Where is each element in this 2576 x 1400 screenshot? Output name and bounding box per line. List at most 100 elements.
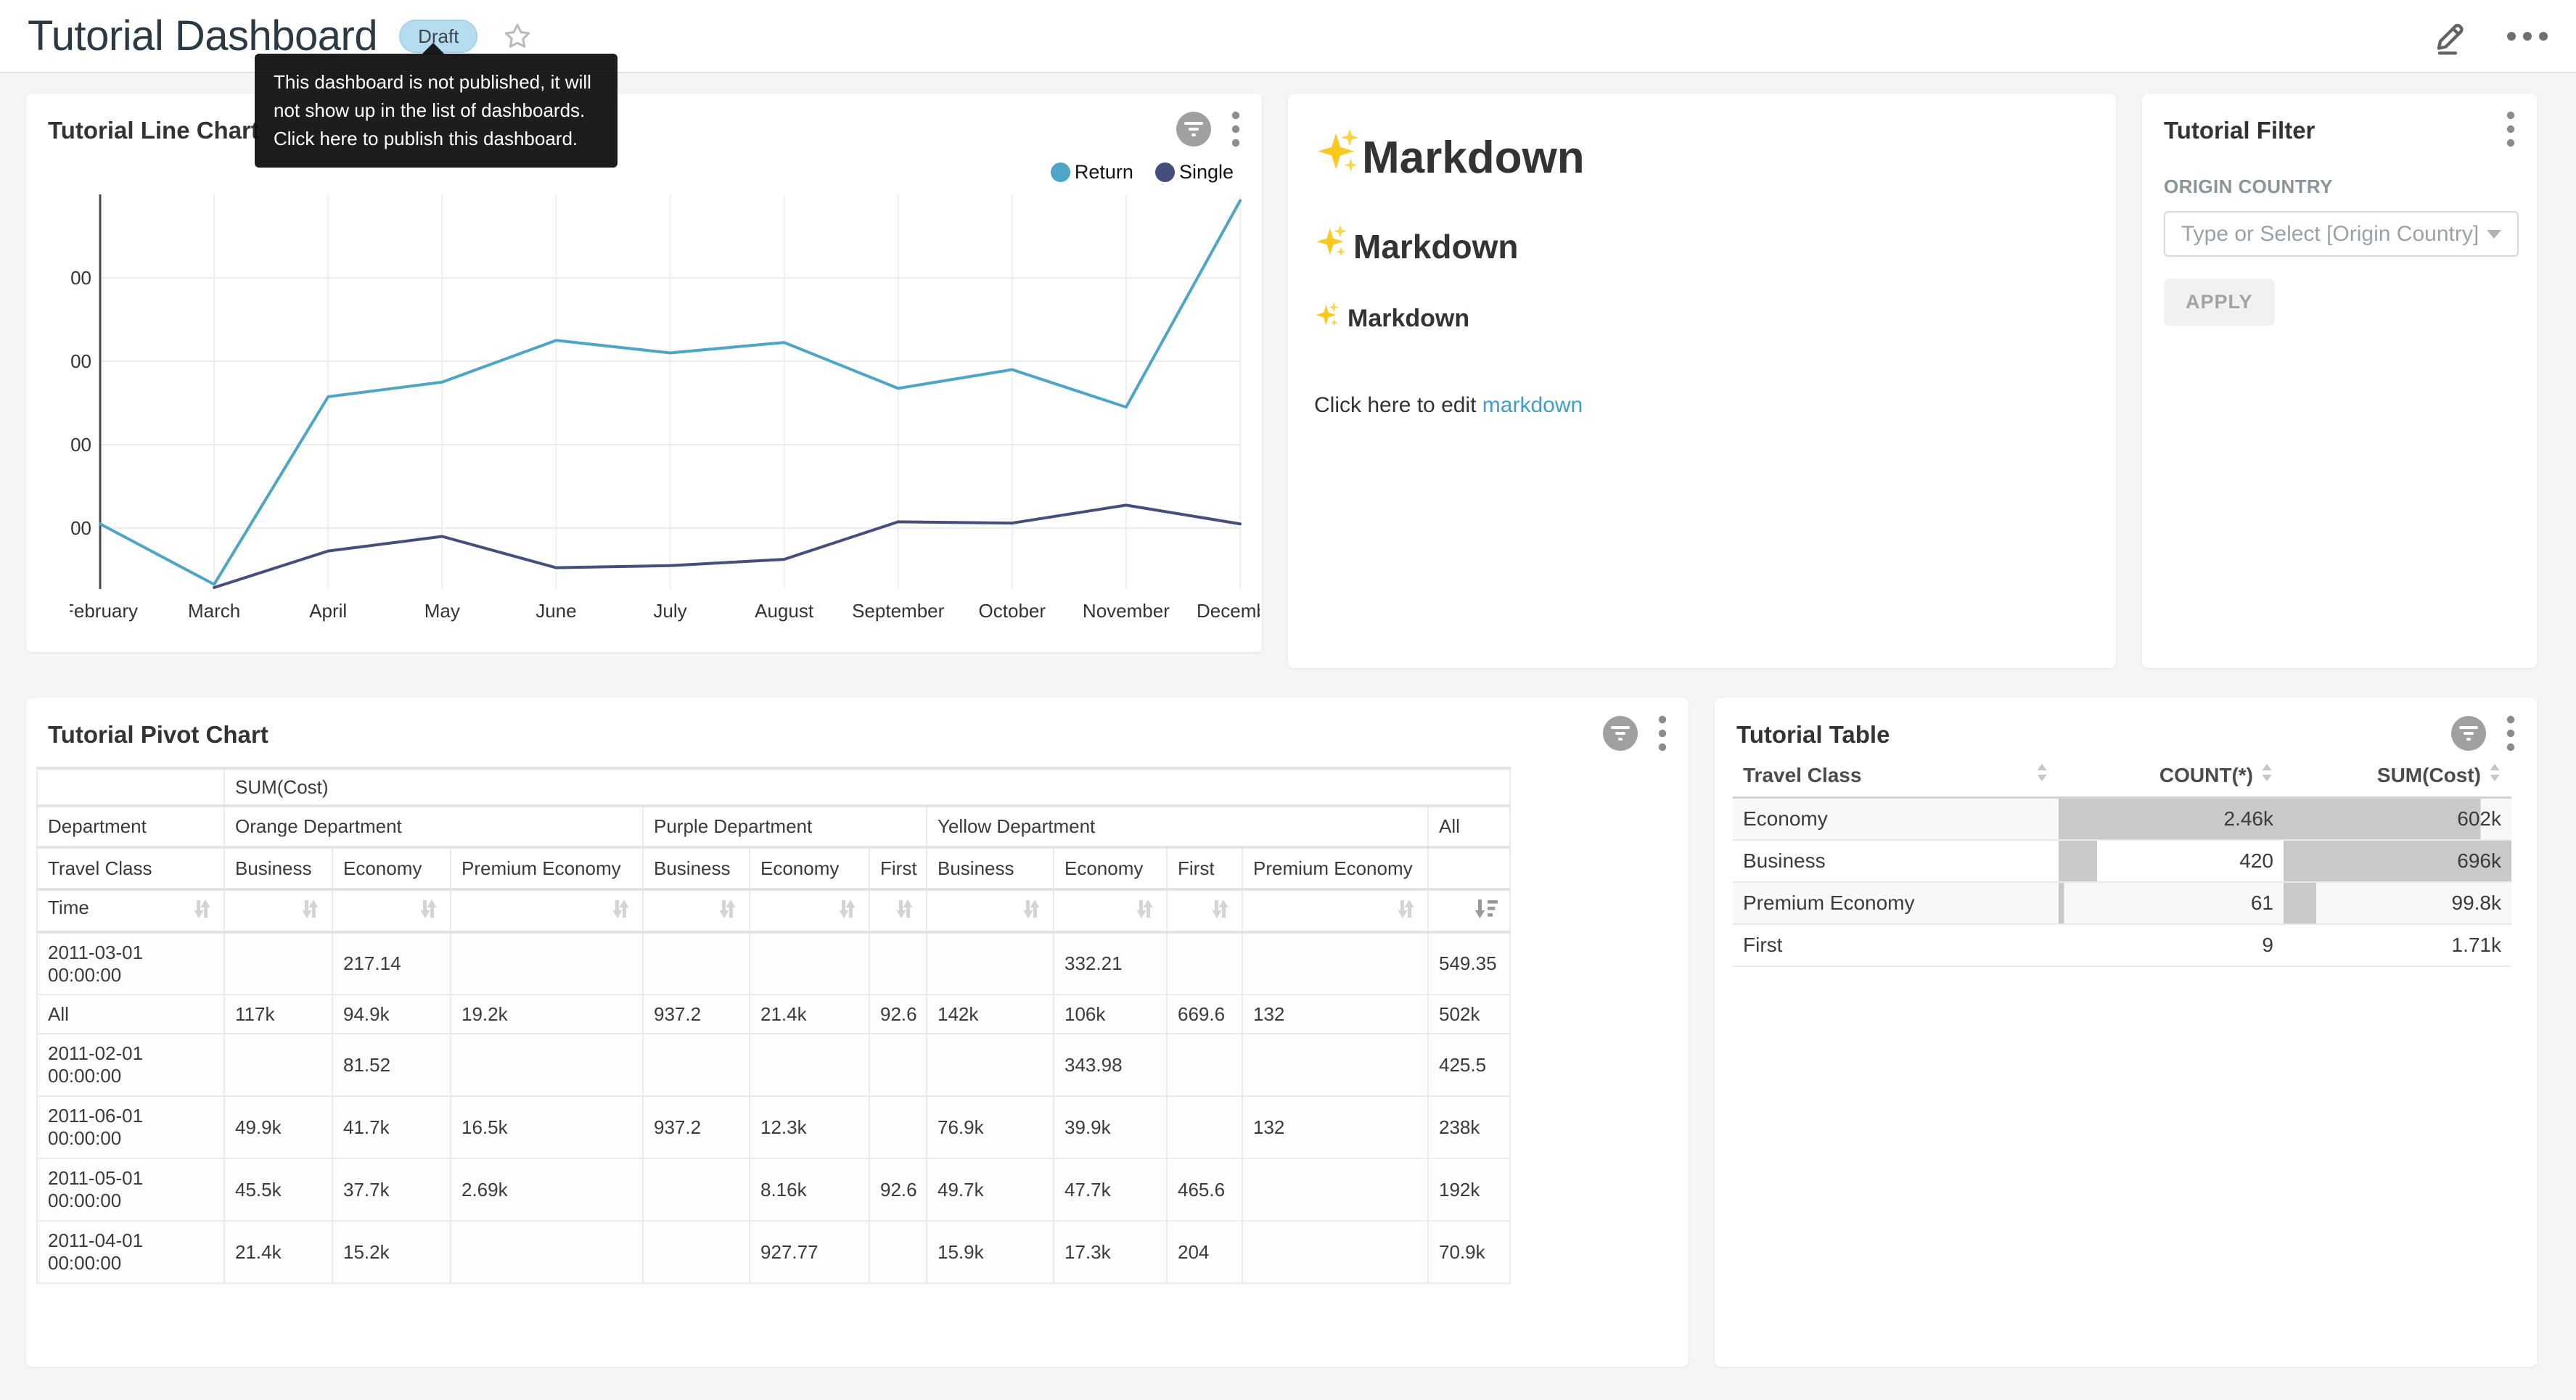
pivot-data-row: 2011-05-01 00:00:0045.5k37.7k2.69k8.16k9…	[37, 1158, 1510, 1221]
pivot-subcolumn-header: Premium Economy	[1242, 847, 1428, 889]
apply-filter-button[interactable]: APPLY	[2164, 279, 2275, 326]
col-header-count[interactable]: COUNT(*)	[2059, 754, 2284, 798]
sort-carets-icon[interactable]	[2260, 762, 2273, 788]
chart-filter-badge-icon[interactable]	[1176, 112, 1211, 147]
sparkles-icon	[1314, 127, 1362, 189]
y-axis-tick: 800	[70, 267, 91, 289]
cell-count: 61	[2059, 882, 2284, 924]
pivot-value-cell: 49.9k	[224, 1096, 332, 1158]
pivot-value-cell	[451, 932, 643, 995]
sort-toggle-icon[interactable]	[300, 898, 321, 925]
pivot-value-cell: 332.21	[1054, 932, 1167, 995]
sort-toggle-icon[interactable]	[418, 898, 440, 925]
pivot-sort-cell	[224, 889, 332, 932]
pivot-value-cell: 937.2	[643, 995, 750, 1034]
pivot-value-cell: 8.16k	[750, 1158, 869, 1221]
sort-carets-icon[interactable]	[2035, 762, 2048, 788]
pivot-value-cell: 204	[1167, 1221, 1242, 1283]
sort-toggle-icon[interactable]	[837, 898, 858, 925]
pivot-subcolumn-header: Premium Economy	[451, 847, 643, 889]
x-axis-tick: November	[1083, 600, 1170, 622]
table-header-row: Travel Class COUNT(*) SUM(Cost)	[1733, 754, 2511, 798]
pivot-value-cell: 217.14	[332, 932, 451, 995]
sparkles-icon	[1314, 223, 1349, 269]
col-header-travel-class[interactable]: Travel Class	[1733, 754, 2059, 798]
markdown-h2-text: Markdown	[1353, 227, 1518, 266]
pivot-value-cell	[1242, 1221, 1428, 1283]
chart-menu-kebab-icon[interactable]	[2506, 715, 2515, 752]
pivot-sort-cell	[927, 889, 1054, 932]
pivot-value-cell: 21.4k	[224, 1221, 332, 1283]
pivot-subcolumn-header: Economy	[1054, 847, 1167, 889]
edit-dashboard-icon[interactable]	[2432, 17, 2469, 55]
sort-toggle-icon[interactable]	[1395, 898, 1417, 925]
pivot-value-cell: 117k	[224, 995, 332, 1034]
sort-toggle-icon[interactable]	[1021, 898, 1043, 925]
pivot-value-cell	[224, 932, 332, 995]
sort-toggle-icon[interactable]	[1134, 898, 1156, 925]
table-title: Tutorial Table	[1736, 721, 1890, 749]
pivot-value-cell: 47.7k	[1054, 1158, 1167, 1221]
origin-country-select[interactable]: Type or Select [Origin Country]	[2164, 211, 2519, 257]
table-row: Economy2.46k602k	[1733, 798, 2511, 841]
pivot-subcolumn-header: First	[869, 847, 927, 889]
markdown-paragraph: Click here to edit markdown	[1314, 393, 2090, 418]
pivot-value-cell: 192k	[1428, 1158, 1510, 1221]
pivot-value-cell: 70.9k	[1428, 1221, 1510, 1283]
cell-travel-class: Premium Economy	[1733, 882, 2059, 924]
line-chart-plot[interactable]: 200400600800FebruaryMarchAprilMayJuneJul…	[70, 188, 1260, 632]
pivot-value-cell: 21.4k	[750, 995, 869, 1034]
markdown-edit-link[interactable]: markdown	[1482, 393, 1583, 417]
legend-item-single[interactable]: Single	[1155, 161, 1234, 184]
col-header-sum-cost[interactable]: SUM(Cost)	[2284, 754, 2511, 798]
pivot-value-cell	[643, 1221, 750, 1283]
pivot-value-cell: 142k	[927, 995, 1054, 1034]
chart-menu-kebab-icon[interactable]	[2506, 111, 2515, 147]
sort-toggle-icon[interactable]	[1210, 898, 1231, 925]
chart-menu-kebab-icon[interactable]	[1658, 715, 1667, 752]
pivot-data-row: 2011-03-01 00:00:00217.14332.21549.35	[37, 932, 1510, 995]
origin-country-placeholder: Type or Select [Origin Country]	[2181, 222, 2479, 247]
cell-travel-class: First	[1733, 924, 2059, 966]
pivot-value-cell: 92.6	[869, 995, 927, 1034]
x-axis-tick: September	[852, 600, 945, 622]
sort-carets-icon[interactable]	[2488, 762, 2501, 788]
pivot-value-cell	[1242, 1034, 1428, 1096]
chart-filter-badge-icon[interactable]	[1603, 716, 1638, 751]
x-axis-tick: August	[755, 600, 814, 622]
sort-toggle-icon[interactable]	[192, 898, 213, 925]
cell-sum-cost: 696k	[2284, 840, 2511, 882]
pivot-time-label: Time	[48, 897, 89, 918]
pivot-value-cell	[869, 932, 927, 995]
sort-toggle-icon[interactable]	[717, 898, 739, 925]
filter-panel: Tutorial Filter ORIGIN COUNTRY Type or S…	[2142, 94, 2537, 668]
pivot-value-cell: 132	[1242, 1096, 1428, 1158]
pivot-value-cell	[869, 1096, 927, 1158]
pivot-value-cell: 15.9k	[927, 1221, 1054, 1283]
page-title[interactable]: Tutorial Dashboard	[28, 12, 377, 60]
pivot-value-cell	[750, 1034, 869, 1096]
tutorial-table: Travel Class COUNT(*) SUM(Cost) Economy2…	[1733, 754, 2511, 967]
chart-filter-badge-icon[interactable]	[2451, 716, 2486, 751]
pivot-value-cell	[451, 1221, 643, 1283]
pivot-value-cell: 465.6	[1167, 1158, 1242, 1221]
sort-toggle-icon[interactable]	[894, 898, 916, 925]
legend-item-return[interactable]: Return	[1051, 161, 1133, 184]
publish-tooltip[interactable]: This dashboard is not published, it will…	[255, 54, 618, 168]
pivot-value-cell: 16.5k	[451, 1096, 643, 1158]
markdown-h1: Markdown	[1314, 127, 2090, 189]
sort-desc-active-icon[interactable]	[1474, 898, 1499, 925]
pivot-value-cell: 15.2k	[332, 1221, 451, 1283]
pivot-sort-cell	[869, 889, 927, 932]
chart-menu-kebab-icon[interactable]	[1231, 111, 1240, 147]
pivot-table: SUM(Cost) Department Orange Department P…	[36, 767, 1511, 1284]
cell-sum-cost: 1.71k	[2284, 924, 2511, 966]
sort-toggle-icon[interactable]	[610, 898, 632, 925]
legend-label: Single	[1179, 161, 1234, 184]
pivot-value-cell	[869, 1221, 927, 1283]
favorite-star-icon[interactable]	[502, 21, 533, 52]
more-actions-ellipsis-icon[interactable]	[2506, 31, 2548, 41]
pivot-value-cell: 19.2k	[451, 995, 643, 1034]
pivot-value-cell	[643, 1158, 750, 1221]
pivot-time-cell: Time	[37, 889, 224, 932]
